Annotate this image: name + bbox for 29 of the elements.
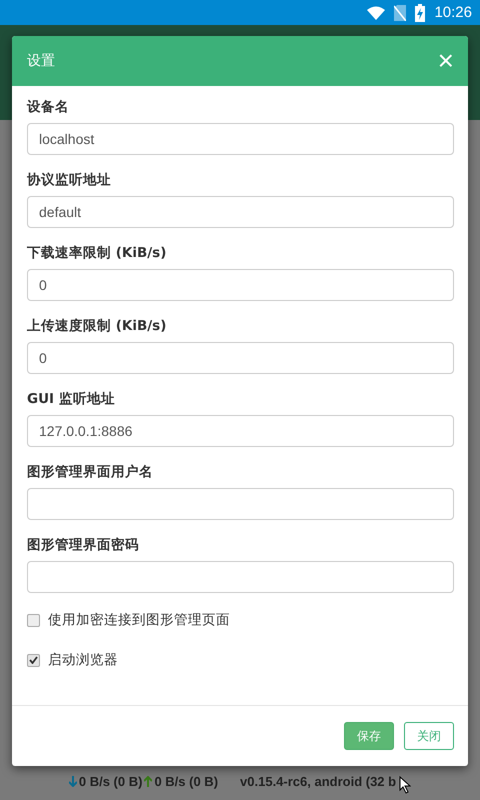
status-time: 10:26: [434, 4, 472, 21]
checkbox-label: 启动浏览器: [48, 651, 118, 669]
version-text: v0.15.4-rc6, android (32 b: [240, 774, 396, 788]
battery-charging-icon: [415, 4, 426, 22]
checkbox-label: 使用加密连接到图形管理页面: [48, 611, 230, 629]
field-label: 上传速度限制 (KiB/s): [27, 317, 168, 335]
input-field[interactable]: localhost: [27, 123, 454, 155]
wifi-icon: [367, 6, 386, 20]
download-arrow-icon: [68, 776, 77, 786]
field-label: GUI 监听地址: [27, 390, 116, 408]
field-label: 下载速率限制 (KiB/s): [27, 244, 168, 262]
field-label: 设备名: [27, 98, 70, 116]
field-label: 图形管理界面密码: [27, 536, 140, 554]
input-field[interactable]: 0: [27, 342, 454, 374]
upload-arrow-icon: [144, 776, 152, 786]
input-field[interactable]: default: [27, 196, 454, 228]
field-label: 图形管理界面用户名: [27, 463, 154, 481]
input-field[interactable]: [27, 561, 454, 593]
dialog-title: 设置: [27, 52, 55, 70]
checkbox[interactable]: [27, 614, 40, 626]
upload-rate: 0 B/s (0 B): [154, 774, 218, 788]
mouse-cursor-icon: [399, 776, 412, 794]
checkbox[interactable]: [27, 654, 40, 666]
input-field[interactable]: 0: [27, 269, 454, 301]
field-label: 协议监听地址: [27, 171, 112, 189]
no-sim-icon: [394, 4, 406, 20]
input-field[interactable]: 127.0.0.1:8886: [27, 415, 454, 447]
input-field[interactable]: [27, 488, 454, 520]
download-rate: 0 B/s (0 B): [78, 774, 142, 788]
